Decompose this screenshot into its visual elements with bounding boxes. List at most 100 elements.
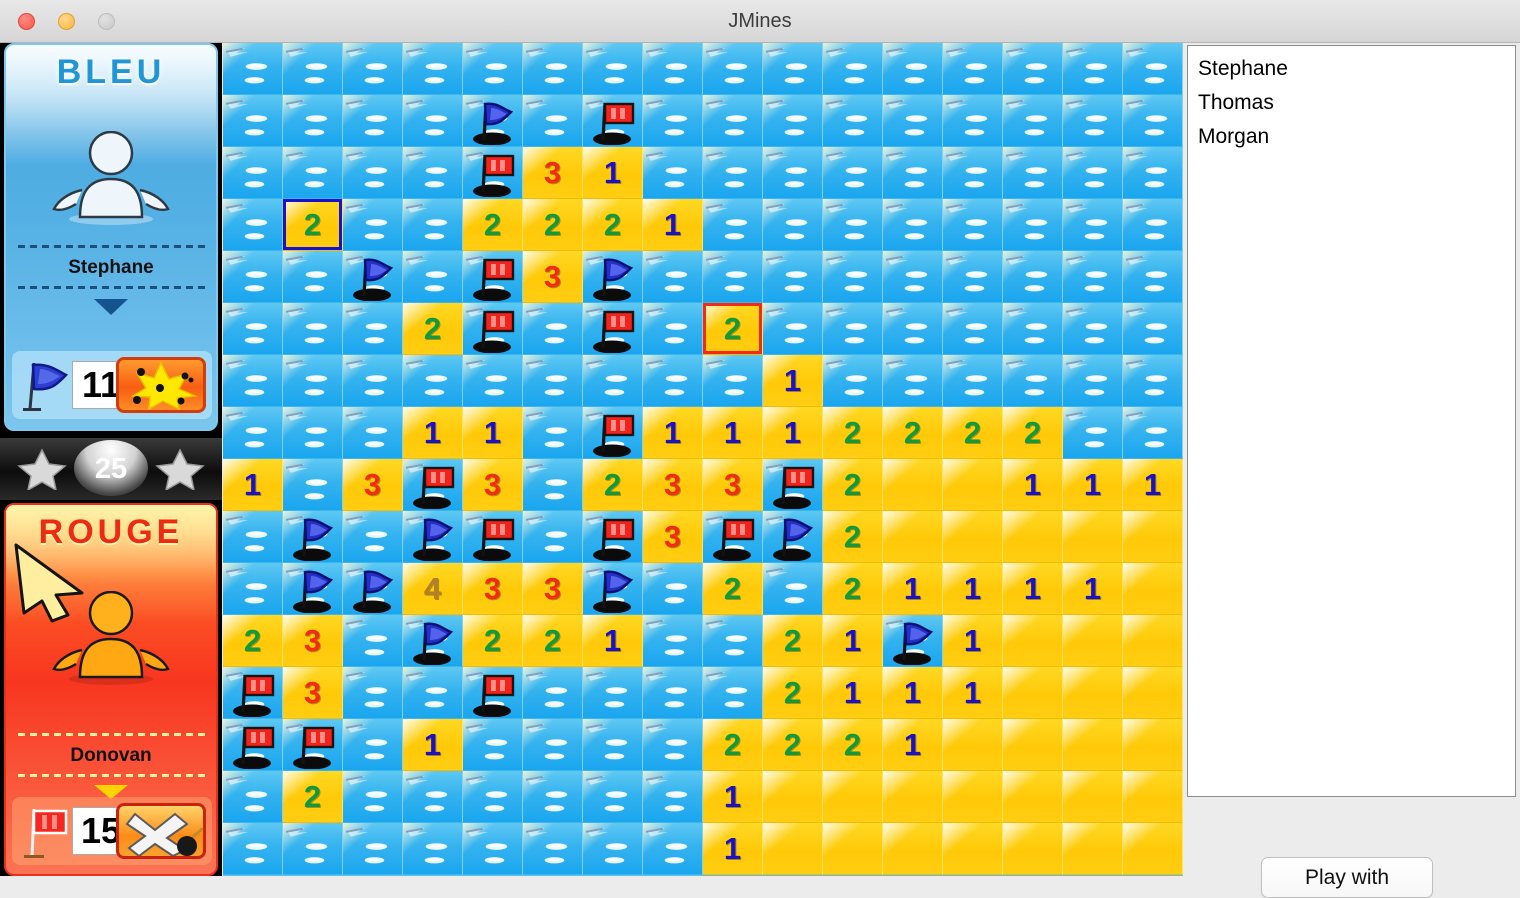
board-cell-number-1[interactable]: 1 xyxy=(1003,563,1063,615)
red-cancel-button[interactable] xyxy=(116,803,206,859)
board-cell-hidden[interactable] xyxy=(523,719,583,771)
board-cell-number-2[interactable]: 2 xyxy=(403,303,463,355)
board-cell-hidden[interactable] xyxy=(403,43,463,95)
board-cell-number-1[interactable]: 1 xyxy=(403,719,463,771)
board-cell-open[interactable] xyxy=(1063,511,1123,563)
board-cell-number-2[interactable]: 2 xyxy=(823,407,883,459)
board-cell-open[interactable] xyxy=(1063,823,1123,875)
board-cell-number-2[interactable]: 2 xyxy=(1003,407,1063,459)
board-cell-hidden[interactable] xyxy=(343,719,403,771)
board-cell-hidden[interactable] xyxy=(403,199,463,251)
board-cell-hidden[interactable] xyxy=(703,667,763,719)
board-cell-hidden[interactable] xyxy=(703,615,763,667)
board-cell-hidden[interactable] xyxy=(643,147,703,199)
board-cell-hidden[interactable] xyxy=(1123,407,1183,459)
board-cell-red-flag[interactable] xyxy=(463,251,523,303)
board-cell-hidden[interactable] xyxy=(943,303,1003,355)
board-cell-number-2[interactable]: 2 xyxy=(823,511,883,563)
board-cell-hidden[interactable] xyxy=(343,147,403,199)
board-cell-hidden[interactable] xyxy=(1003,355,1063,407)
board-cell-number-3[interactable]: 3 xyxy=(283,615,343,667)
board-cell-hidden[interactable] xyxy=(643,95,703,147)
board-cell-hidden[interactable] xyxy=(283,459,343,511)
board-cell-number-1[interactable]: 1 xyxy=(223,459,283,511)
board-cell-open[interactable] xyxy=(763,771,823,823)
board-cell-hidden[interactable] xyxy=(823,355,883,407)
board-cell-number-1[interactable]: 1 xyxy=(883,563,943,615)
board-cell-open[interactable] xyxy=(823,823,883,875)
board-cell-hidden[interactable] xyxy=(223,355,283,407)
board-cell-hidden[interactable] xyxy=(223,147,283,199)
board-cell-number-1[interactable]: 1 xyxy=(403,407,463,459)
board-cell-red-flag[interactable] xyxy=(463,303,523,355)
board-cell-hidden[interactable] xyxy=(343,823,403,875)
player-list-item[interactable]: Morgan xyxy=(1196,120,1507,154)
board-cell-hidden[interactable] xyxy=(1003,147,1063,199)
board-cell-hidden[interactable] xyxy=(223,43,283,95)
board-cell-open[interactable] xyxy=(823,771,883,823)
board-cell-number-1[interactable]: 1 xyxy=(1123,459,1183,511)
board-cell-hidden[interactable] xyxy=(823,303,883,355)
board-cell-hidden[interactable] xyxy=(343,771,403,823)
board-cell-number-4[interactable]: 4 xyxy=(403,563,463,615)
board-cell-hidden[interactable] xyxy=(343,511,403,563)
board-cell-number-1[interactable]: 1 xyxy=(463,407,523,459)
board-cell-hidden[interactable] xyxy=(823,199,883,251)
board-cell-hidden[interactable] xyxy=(703,43,763,95)
board-cell-hidden[interactable] xyxy=(583,719,643,771)
board-cell-hidden[interactable] xyxy=(643,43,703,95)
board-cell-hidden[interactable] xyxy=(1063,147,1123,199)
board-cell-hidden[interactable] xyxy=(823,43,883,95)
board-cell-blue-flag[interactable] xyxy=(343,563,403,615)
board-cell-hidden[interactable] xyxy=(403,667,463,719)
player-list-item[interactable]: Stephane xyxy=(1196,52,1507,86)
board-cell-blue-flag[interactable] xyxy=(343,251,403,303)
board-cell-hidden[interactable] xyxy=(763,251,823,303)
board-cell-number-2[interactable]: 2 xyxy=(283,199,343,251)
blue-mine-button[interactable] xyxy=(116,357,206,413)
red-team-panel[interactable]: ROUGE Donovan 15 xyxy=(4,503,218,876)
board-cell-hidden[interactable] xyxy=(643,563,703,615)
board-cell-open[interactable] xyxy=(943,459,1003,511)
minesweeper-board[interactable]: 31 2 2 2 2 1 3 2 2 1 1 1 1 1 1 2 2 2 2 1… xyxy=(223,43,1183,876)
board-cell-number-3[interactable]: 3 xyxy=(463,459,523,511)
board-cell-hidden[interactable] xyxy=(1003,199,1063,251)
board-cell-hidden[interactable] xyxy=(523,407,583,459)
board-cell-hidden[interactable] xyxy=(523,511,583,563)
board-cell-hidden[interactable] xyxy=(1063,43,1123,95)
board-cell-number-3[interactable]: 3 xyxy=(523,251,583,303)
board-cell-number-1[interactable]: 1 xyxy=(703,407,763,459)
board-cell-open[interactable] xyxy=(1003,771,1063,823)
board-cell-number-2[interactable]: 2 xyxy=(703,563,763,615)
board-cell-hidden[interactable] xyxy=(763,199,823,251)
board-cell-number-1[interactable]: 1 xyxy=(823,615,883,667)
board-cell-number-2[interactable]: 2 xyxy=(823,719,883,771)
board-cell-hidden[interactable] xyxy=(523,95,583,147)
board-cell-open[interactable] xyxy=(1063,615,1123,667)
board-cell-red-flag[interactable] xyxy=(223,667,283,719)
board-cell-hidden[interactable] xyxy=(523,823,583,875)
board-cell-hidden[interactable] xyxy=(343,615,403,667)
board-cell-number-1[interactable]: 1 xyxy=(763,355,823,407)
board-cell-number-3[interactable]: 3 xyxy=(523,147,583,199)
board-cell-number-1[interactable]: 1 xyxy=(943,563,1003,615)
board-cell-red-flag[interactable] xyxy=(583,303,643,355)
player-list-item[interactable]: Thomas xyxy=(1196,86,1507,120)
board-cell-hidden[interactable] xyxy=(223,303,283,355)
board-cell-hidden[interactable] xyxy=(583,667,643,719)
board-cell-red-flag[interactable] xyxy=(463,511,523,563)
board-cell-blue-flag[interactable] xyxy=(283,563,343,615)
board-cell-number-1[interactable]: 1 xyxy=(643,199,703,251)
board-cell-red-flag[interactable] xyxy=(583,95,643,147)
board-cell-open[interactable] xyxy=(1123,823,1183,875)
board-cell-hidden[interactable] xyxy=(1123,199,1183,251)
board-cell-hidden[interactable] xyxy=(463,43,523,95)
board-cell-open[interactable] xyxy=(1003,823,1063,875)
board-cell-number-2[interactable]: 2 xyxy=(223,615,283,667)
board-cell-red-flag[interactable] xyxy=(463,147,523,199)
board-cell-number-2[interactable]: 2 xyxy=(763,667,823,719)
board-cell-open[interactable] xyxy=(1123,771,1183,823)
board-cell-hidden[interactable] xyxy=(1123,303,1183,355)
board-cell-number-2[interactable]: 2 xyxy=(763,615,823,667)
board-cell-number-2[interactable]: 2 xyxy=(823,563,883,615)
